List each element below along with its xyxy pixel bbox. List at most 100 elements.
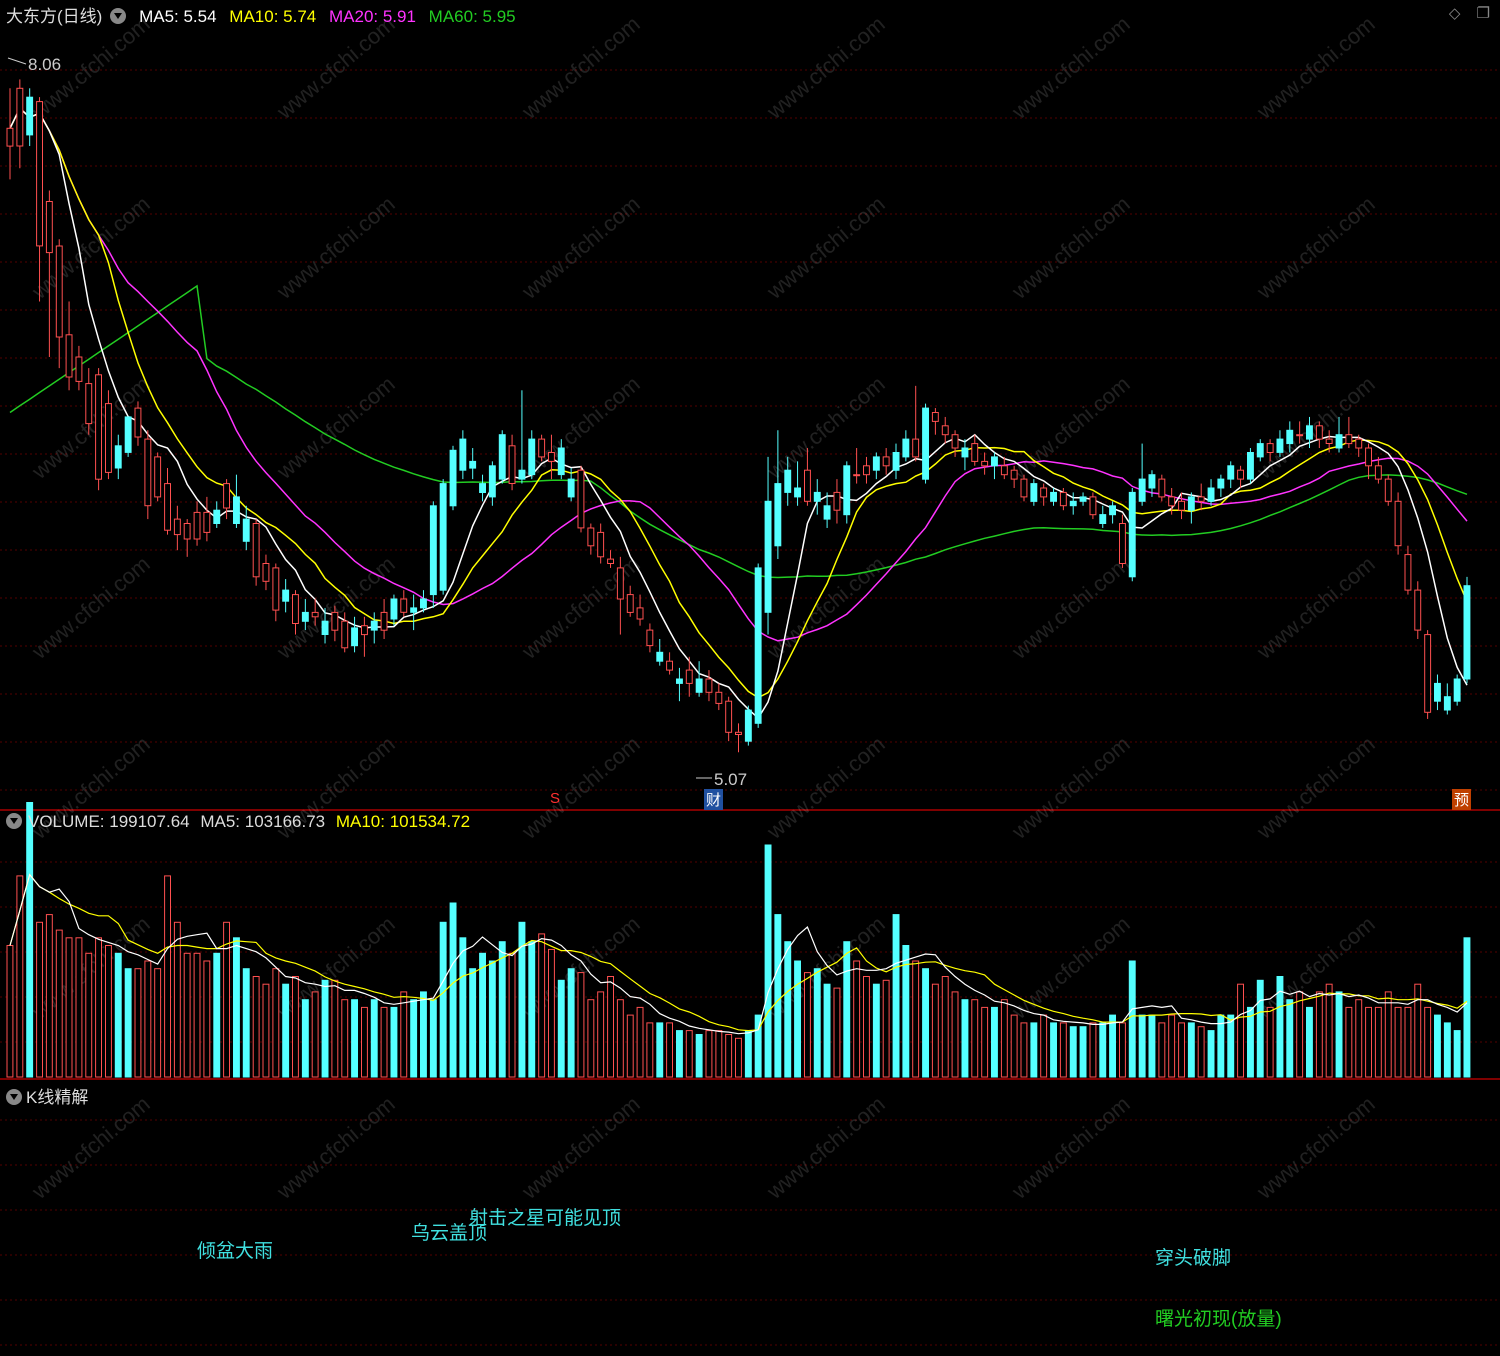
candle-body <box>1079 496 1087 502</box>
watermark-text: www.cfchi.com <box>1496 11 1500 124</box>
volume-bar <box>557 979 565 1078</box>
forecast-marker[interactable]: 预 <box>1452 789 1472 810</box>
candle-body <box>420 598 427 609</box>
candle-body <box>1030 483 1038 502</box>
candle-body <box>1443 696 1451 711</box>
candle-body <box>351 627 359 647</box>
dropdown-icon[interactable] <box>6 813 22 829</box>
volume-bar <box>548 948 555 1078</box>
volume-bar <box>695 1034 703 1078</box>
volume-bar <box>242 968 250 1078</box>
pattern-label: 倾盆大雨 <box>197 1241 274 1262</box>
candle-body <box>863 465 870 476</box>
watermark-text: www.cfchi.com <box>1006 371 1134 484</box>
volume-bar <box>764 844 772 1078</box>
chart-canvas: www.cfchi.com www.cfchi.com www.cfchi.com w… <box>0 11 1500 1346</box>
candle-body <box>616 567 624 600</box>
volume-bars <box>6 802 1471 1078</box>
watermark-text: www.cfchi.com <box>1006 911 1134 1024</box>
watermark-text: www.cfchi.com <box>271 371 399 484</box>
volume-bar <box>1247 1006 1254 1078</box>
candle-body <box>124 416 132 453</box>
volume-bar <box>1335 991 1343 1078</box>
watermark-text: www.cfchi.com <box>26 191 154 304</box>
candle-body <box>36 101 43 247</box>
candle-body <box>173 518 181 536</box>
volume-bar <box>1463 937 1471 1078</box>
volume-bar <box>1000 999 1008 1078</box>
watermark-text: www.cfchi.com <box>1251 731 1379 844</box>
watermark-text: www.cfchi.com <box>761 551 889 664</box>
candle-body <box>538 438 546 458</box>
volume-bar <box>420 991 427 1078</box>
volume-bar <box>1148 1014 1156 1078</box>
volume-bar <box>735 1037 742 1078</box>
ma10-line <box>9 107 1468 699</box>
candle-body <box>1404 554 1412 591</box>
candle-body <box>16 87 24 147</box>
candle-body <box>548 452 555 462</box>
candle-body <box>400 598 408 613</box>
candle-body <box>735 731 742 735</box>
restore-icon[interactable]: ❐ <box>1477 5 1490 22</box>
candle-body <box>1355 438 1363 449</box>
watermark-text: www.cfchi.com <box>271 551 399 664</box>
volume-bar <box>1414 983 1422 1078</box>
watermark-text: www.cfchi.com <box>761 371 889 484</box>
volume-bar <box>607 976 614 1078</box>
diamond-icon[interactable]: ◇ <box>1449 5 1461 22</box>
volume-bar <box>164 875 172 1078</box>
volume-bar <box>16 875 24 1078</box>
volume-bar <box>508 952 516 1078</box>
watermark-text: www.cfchi.com <box>761 731 889 844</box>
volume-bar <box>105 945 112 1078</box>
volume-ma10: MA10: 101534.72 <box>335 812 471 831</box>
volume-bar <box>1404 1006 1412 1078</box>
candle-body <box>1394 500 1402 547</box>
volume-bar <box>252 976 260 1078</box>
volume-bar <box>301 999 309 1078</box>
volume-bar <box>823 983 831 1078</box>
ma20-line <box>9 107 1468 642</box>
candle-body <box>380 611 388 631</box>
volume-bar <box>1187 1022 1195 1078</box>
volume-bar <box>134 968 142 1078</box>
volume-bar <box>1099 1022 1107 1078</box>
candle-body <box>557 447 565 476</box>
stock-title[interactable]: 大东方(日线) <box>6 7 102 26</box>
finance-marker[interactable]: 财 <box>704 789 724 810</box>
kline-panel-title: K线精解 <box>26 1088 89 1107</box>
price-high-label: 8.06 <box>28 55 61 74</box>
volume-bar <box>863 976 870 1078</box>
volume-bar <box>1325 983 1333 1078</box>
watermark-text: www.cfchi.com <box>516 1091 644 1204</box>
watermark-text: www.cfchi.com <box>1006 731 1134 844</box>
volume-bar <box>646 1022 654 1078</box>
volume-bar <box>1266 1006 1274 1078</box>
dropdown-icon[interactable] <box>6 1089 22 1105</box>
ma60-legend: MA60: 5.95 <box>428 7 516 26</box>
volume-bar <box>931 983 939 1078</box>
watermark-text: www.cfchi.com <box>271 191 399 304</box>
volume-bar <box>331 979 339 1078</box>
watermark-text: www.cfchi.com <box>1496 191 1500 304</box>
volume-bar <box>882 979 890 1078</box>
candle-body <box>577 469 585 529</box>
candle-body <box>1089 496 1097 516</box>
watermark-text: www.cfchi.com <box>1006 1091 1134 1204</box>
watermark-text: www.cfchi.com <box>1496 551 1500 664</box>
candle-body <box>744 709 752 742</box>
volume-bar <box>1384 991 1392 1078</box>
volume-bar <box>1256 979 1264 1078</box>
volume-bar <box>597 991 605 1078</box>
dropdown-icon[interactable] <box>110 8 127 24</box>
candle-body <box>646 629 654 647</box>
candle-body <box>252 523 260 578</box>
candle-body <box>439 483 447 591</box>
candle-body <box>1020 478 1028 498</box>
volume-bar <box>577 972 585 1078</box>
candle-body <box>587 527 595 547</box>
s-marker[interactable]: S <box>548 790 562 807</box>
volume-bar <box>341 999 349 1078</box>
volume-bar <box>26 802 34 1078</box>
